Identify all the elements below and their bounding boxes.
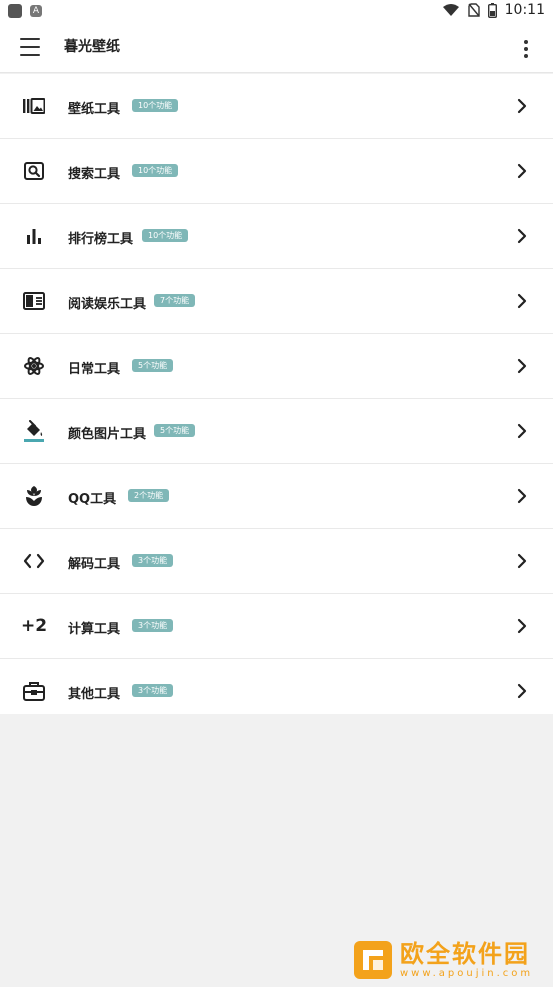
wallpaper-icon [22,94,46,118]
paint-bucket-icon [22,419,46,443]
chevron-right-icon [517,228,527,244]
tool-label: 解码工具 [68,557,121,572]
watermark: 欧全软件园 www.apoujin.com [354,938,544,982]
a-notification-icon: A [30,5,42,17]
app-bar: 暮光壁纸 [0,24,553,73]
tool-count-badge: 3个功能 [132,619,174,632]
watermark-title: 欧全软件园 [400,939,530,968]
wifi-icon [442,4,459,16]
status-right: 10:11 [442,2,545,18]
tool-row-wallpaper[interactable]: 壁纸工具 10个功能 [0,74,553,139]
tool-count-badge: 3个功能 [132,684,174,697]
search-image-icon [22,159,46,183]
chevron-right-icon [517,553,527,569]
chevron-right-icon [517,423,527,439]
app-notification-icon [8,4,22,18]
tool-count-badge: 10个功能 [142,229,189,242]
code-icon [22,549,46,573]
battery-icon [487,2,497,18]
tool-row-ranking[interactable]: 排行榜工具 10个功能 [0,204,553,269]
tool-label: 颜色图片工具 [68,427,147,442]
watermark-text: 欧全软件园 www.apoujin.com [400,942,533,979]
tool-label: 阅读娱乐工具 [68,297,147,312]
hamburger-icon[interactable] [20,38,40,56]
tool-count-badge: 3个功能 [132,554,174,567]
atom-icon [22,354,46,378]
tool-row-qq[interactable]: QQ工具 2个功能 [0,464,553,529]
plus-two-text: +2 [20,616,48,636]
chevron-right-icon [517,163,527,179]
tool-count-badge: 10个功能 [132,99,179,112]
tool-label: 排行榜工具 [68,232,134,247]
no-sim-icon [467,3,480,17]
tool-label: 壁纸工具 [68,102,121,117]
tool-label: QQ工具 [68,492,117,507]
tool-label: 其他工具 [68,687,121,702]
flower-icon [22,484,46,508]
tool-count-badge: 7个功能 [154,294,196,307]
watermark-url: www.apoujin.com [400,967,534,979]
tool-row-daily[interactable]: 日常工具 5个功能 [0,334,553,399]
bar-chart-icon [22,224,46,248]
chevron-right-icon [517,98,527,114]
tool-count-badge: 10个功能 [132,164,179,177]
tool-row-decode[interactable]: 解码工具 3个功能 [0,529,553,594]
tool-count-badge: 5个功能 [154,424,196,437]
plus-two-icon: +2 [20,614,48,638]
chevron-right-icon [517,618,527,634]
tool-count-badge: 2个功能 [128,489,170,502]
chevron-right-icon [517,488,527,504]
tool-label: 计算工具 [68,622,121,637]
tool-row-color[interactable]: 颜色图片工具 5个功能 [0,399,553,464]
tool-label: 日常工具 [68,362,121,377]
tool-row-search[interactable]: 搜索工具 10个功能 [0,139,553,204]
status-time: 10:11 [504,2,545,18]
toolbox-icon [22,679,46,703]
watermark-logo-icon [354,941,392,979]
chevron-right-icon [517,358,527,374]
tool-list: 壁纸工具 10个功能 搜索工具 10个功能 排行榜工具 10个功能 阅读娱乐工具… [0,74,553,724]
status-left-icons: A [8,4,42,18]
status-bar: A 10:11 [0,0,553,24]
tool-row-calc[interactable]: +2 计算工具 3个功能 [0,594,553,659]
tool-label: 搜索工具 [68,167,121,182]
book-icon [22,289,46,313]
tool-row-reading[interactable]: 阅读娱乐工具 7个功能 [0,269,553,334]
chevron-right-icon [517,683,527,699]
chevron-right-icon [517,293,527,309]
more-vert-icon[interactable] [523,40,529,58]
tool-count-badge: 5个功能 [132,359,174,372]
page-title: 暮光壁纸 [64,39,120,55]
